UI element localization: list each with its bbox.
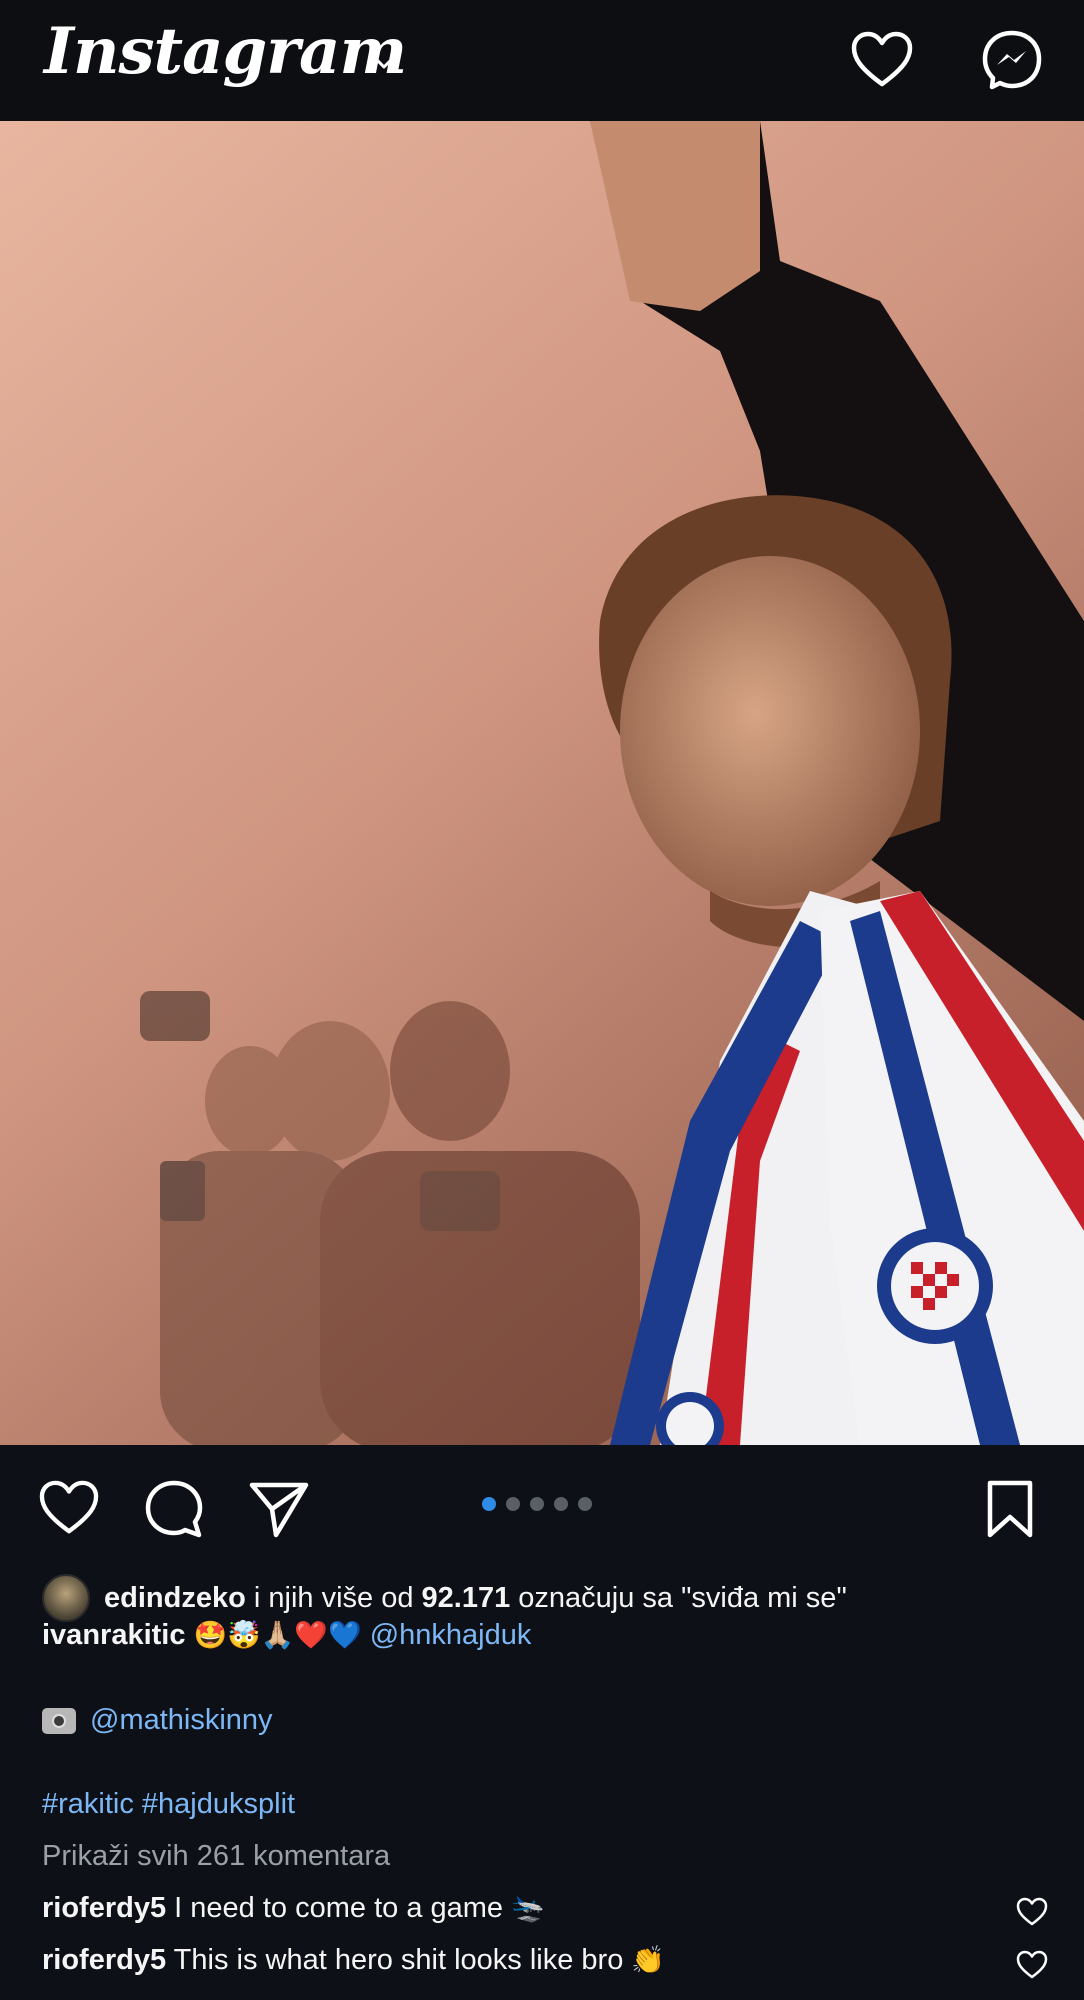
carousel-dot bbox=[554, 1497, 568, 1511]
comment-row: rioferdy5 I need to come to a game 🛬 bbox=[42, 1892, 545, 1925]
photo-credit-mention[interactable]: @mathiskinny bbox=[90, 1704, 273, 1736]
caption-mention[interactable]: @hnkhajduk bbox=[370, 1619, 532, 1651]
comment-text: This is what hero shit looks like bro bbox=[173, 1944, 624, 1976]
chevron-down-icon[interactable] bbox=[370, 52, 398, 72]
carousel-indicator bbox=[482, 1497, 592, 1511]
photo-credit-line: @mathiskinny bbox=[42, 1704, 273, 1737]
heart-icon[interactable] bbox=[38, 1479, 100, 1537]
comment-text: I need to come to a game bbox=[174, 1892, 504, 1924]
heart-icon[interactable] bbox=[1016, 1897, 1048, 1927]
liker-username[interactable]: edindzeko bbox=[104, 1582, 246, 1615]
carousel-dot bbox=[578, 1497, 592, 1511]
share-icon[interactable] bbox=[248, 1479, 310, 1539]
caption-author[interactable]: ivanrakitic bbox=[42, 1619, 185, 1651]
caption-line: ivanrakitic 🤩🤯🙏🏼❤️💙 @hnkhajduk bbox=[42, 1619, 531, 1652]
comment-username[interactable]: rioferdy5 bbox=[42, 1892, 166, 1924]
top-bar: Instagram bbox=[0, 0, 1084, 121]
caption-emojis: 🤩🤯🙏🏼❤️💙 bbox=[193, 1620, 362, 1651]
heart-icon[interactable] bbox=[1016, 1950, 1048, 1980]
avatar[interactable] bbox=[42, 1574, 90, 1622]
likes-summary[interactable]: edindzeko i njih više od 92.171 označuju… bbox=[42, 1574, 847, 1622]
bookmark-icon[interactable] bbox=[984, 1479, 1036, 1539]
heart-icon[interactable] bbox=[850, 30, 914, 90]
comment-icon[interactable] bbox=[144, 1479, 204, 1539]
likes-suffix: označuju sa "sviđa mi se" bbox=[510, 1581, 847, 1614]
comment-emoji: 🛬 bbox=[511, 1893, 545, 1924]
post-photo[interactable] bbox=[0, 121, 1084, 1445]
carousel-dot bbox=[482, 1497, 496, 1511]
camera-icon bbox=[42, 1708, 76, 1735]
carousel-dot bbox=[530, 1497, 544, 1511]
instagram-logo[interactable]: Instagram bbox=[44, 14, 407, 89]
likes-count[interactable]: 92.171 bbox=[422, 1582, 511, 1615]
carousel-dot bbox=[506, 1497, 520, 1511]
view-all-comments-link[interactable]: Prikaži svih 261 komentara bbox=[42, 1840, 390, 1873]
comment-emoji: 👏 bbox=[631, 1945, 666, 1976]
messenger-icon[interactable] bbox=[980, 28, 1044, 92]
likes-text: i njih više od bbox=[245, 1581, 422, 1614]
hashtags[interactable]: #rakitic #hajduksplit bbox=[42, 1788, 295, 1821]
comment-username[interactable]: rioferdy5 bbox=[42, 1944, 166, 1976]
comment-row: rioferdy5 This is what hero shit looks l… bbox=[42, 1944, 665, 1977]
